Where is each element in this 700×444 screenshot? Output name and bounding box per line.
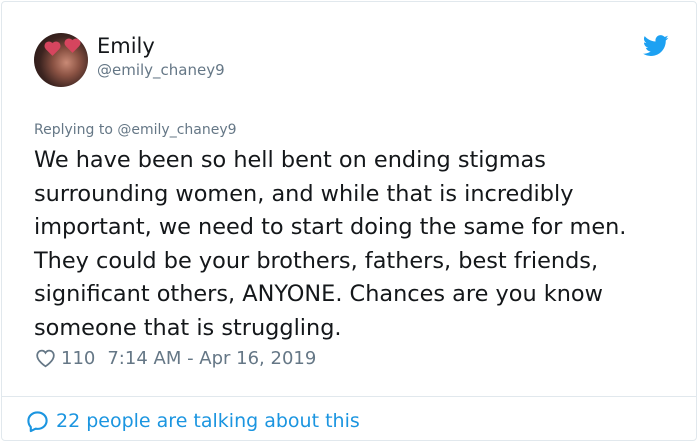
divider xyxy=(2,396,696,397)
tweet-card: Emily @emily_chaney9 Replying to @emily_… xyxy=(1,1,697,441)
tweet-text: We have been so hell bent on ending stig… xyxy=(34,144,684,345)
tweet-timestamp[interactable]: 7:14 AM - Apr 16, 2019 xyxy=(107,348,316,369)
tweet-text-line: surrounding women, and while that is inc… xyxy=(34,180,574,207)
replying-to: Replying to @emily_chaney9 xyxy=(34,122,237,138)
tweet-text-line: someone that is struggling. xyxy=(34,314,342,341)
author-display-name[interactable]: Emily xyxy=(97,34,155,58)
like-count[interactable]: 110 xyxy=(61,348,95,369)
talking-about-link[interactable]: 22 people are talking about this xyxy=(26,407,360,435)
tweet-text-line: important, we need to start doing the sa… xyxy=(34,214,627,240)
tweet-text-line: significant others, ANYONE. Chances are … xyxy=(34,281,603,307)
heart-outline-icon[interactable] xyxy=(35,348,56,368)
replying-mention-link[interactable]: @emily_chaney9 xyxy=(117,122,236,138)
author-handle[interactable]: @emily_chaney9 xyxy=(97,61,225,79)
tweet-text-line: We have been so hell bent on ending stig… xyxy=(34,147,546,173)
tweet-meta: 110 7:14 AM - Apr 16, 2019 xyxy=(35,345,316,371)
avatar-heart-decoration xyxy=(46,43,59,56)
talking-about-text[interactable]: 22 people are talking about this xyxy=(56,410,360,432)
tweet-text-line: They could be your brothers, fathers, be… xyxy=(34,247,599,274)
avatar-heart-decoration xyxy=(66,40,79,53)
twitter-bird-icon[interactable] xyxy=(643,35,669,57)
replying-prefix: Replying to xyxy=(34,122,113,138)
speech-bubble-icon xyxy=(27,410,48,432)
avatar[interactable] xyxy=(34,33,88,87)
